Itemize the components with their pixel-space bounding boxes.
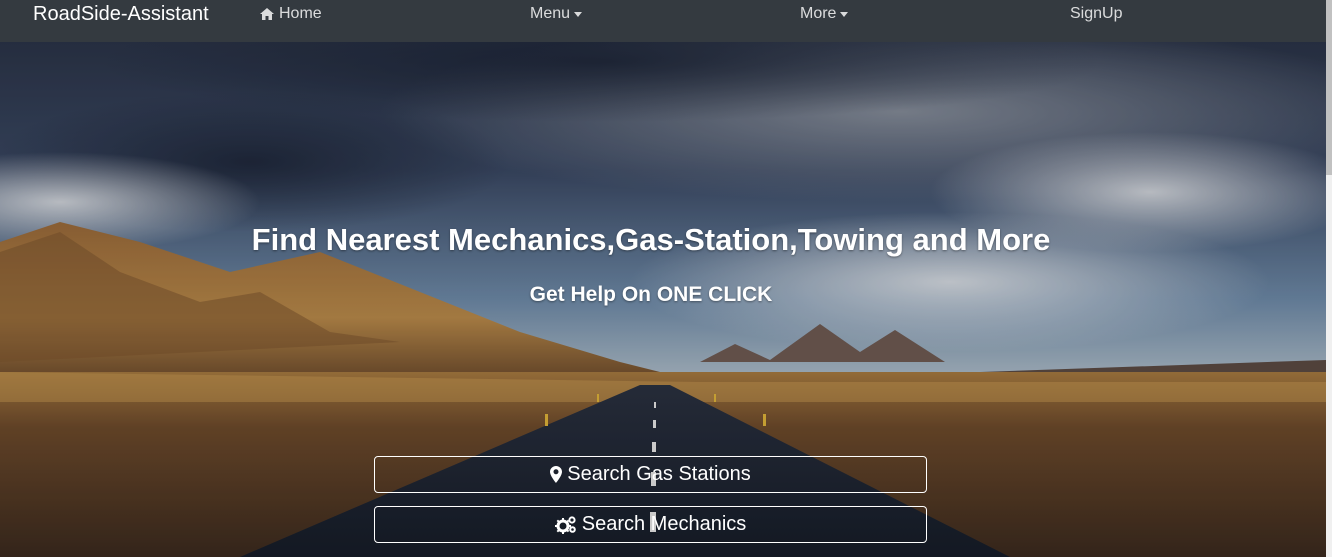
hero-headline: Find Nearest Mechanics,Gas-Station,Towin… [251, 222, 1051, 257]
nav-home-label: Home [279, 5, 322, 22]
brand-link[interactable]: RoadSide-Assistant [33, 3, 209, 25]
map-marker-icon [550, 466, 563, 483]
page-scrollbar[interactable] [1326, 0, 1332, 557]
caret-down-icon [574, 12, 583, 17]
gears-icon [554, 515, 576, 534]
scrollbar-thumb[interactable] [1326, 0, 1332, 175]
nav-menu-label: Menu [530, 5, 571, 22]
search-mechanics-button[interactable]: Search Mechanics [374, 506, 927, 543]
home-icon [260, 8, 274, 20]
nav-signup-label: SignUp [1070, 5, 1123, 22]
search-gas-stations-label: Search Gas Stations [567, 463, 751, 485]
navbar: RoadSide-Assistant Home Menu More SignUp [0, 0, 1326, 42]
nav-more-dropdown[interactable]: More [800, 5, 849, 23]
nav-more-label: More [800, 5, 837, 22]
search-mechanics-label: Search Mechanics [581, 513, 747, 535]
hero-section: Find Nearest Mechanics,Gas-Station,Towin… [0, 42, 1326, 557]
search-gas-stations-button[interactable]: Search Gas Stations [374, 456, 927, 493]
hero-subheadline: Get Help On ONE CLICK [529, 283, 773, 306]
caret-down-icon [840, 12, 849, 17]
nav-home-link[interactable]: Home [259, 5, 322, 23]
nav-menu-dropdown[interactable]: Menu [530, 5, 583, 23]
nav-signup-link[interactable]: SignUp [1070, 5, 1122, 23]
